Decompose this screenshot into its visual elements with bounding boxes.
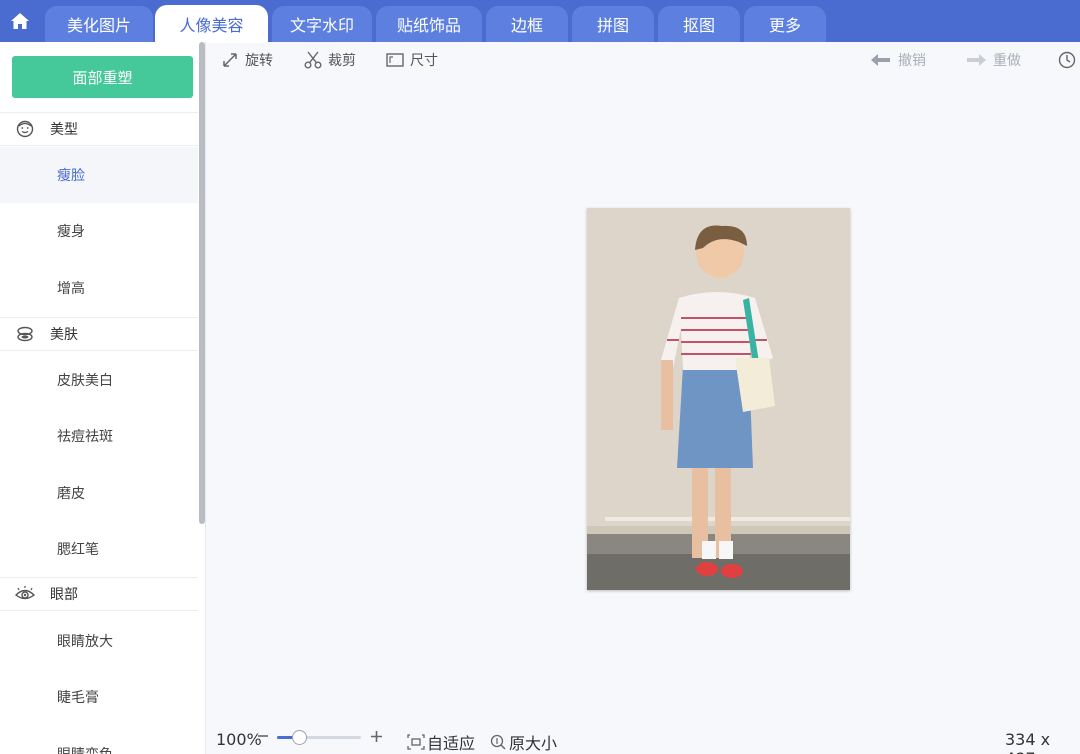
minus-icon [258, 735, 268, 737]
redo-label: 重做 [993, 53, 1021, 69]
tab-label: 贴纸饰品 [396, 16, 461, 35]
zoom-label: 100% [216, 730, 262, 749]
zoom-in-button[interactable] [370, 730, 383, 743]
original-size-label: 原大小 [509, 734, 558, 753]
home-icon [11, 13, 29, 29]
face-icon [0, 120, 50, 138]
magnifier-icon [490, 734, 506, 750]
clock-icon [1058, 51, 1076, 69]
face-reshape-button[interactable]: 面部重塑 [12, 56, 193, 98]
rotate-icon [221, 51, 239, 69]
rotate-label: 旋转 [245, 53, 273, 69]
tab-label: 边框 [510, 16, 543, 35]
fit-button[interactable]: 自适应 [407, 730, 475, 754]
tab-label: 更多 [768, 16, 801, 35]
rotate-button[interactable]: 旋转 [221, 50, 273, 70]
item-label: 腮红笔 [57, 542, 99, 558]
home-button[interactable] [0, 0, 40, 42]
top-tab-bar: 美化图片 人像美容 文字水印 贴纸饰品 边框 拼图 抠图 更多 [0, 0, 1080, 43]
fit-icon [407, 734, 425, 750]
dimensions-label: 334 x 487 [1005, 730, 1051, 754]
tab-border[interactable]: 边框 [486, 6, 568, 42]
left-panel: 面部重塑 美型 瘦脸 瘦身 增高 美肤 皮肤美白 祛痘祛斑 磨皮 腮红笔 眼部 … [0, 42, 206, 754]
plus-icon [371, 731, 382, 742]
zoom-slider-handle[interactable] [292, 730, 307, 745]
sidebar-item-acne-removal[interactable]: 祛痘祛斑 [0, 408, 198, 464]
item-label: 瘦身 [57, 224, 85, 240]
sidebar-item-eye-enlarge[interactable]: 眼睛放大 [0, 613, 198, 669]
tab-stickers[interactable]: 贴纸饰品 [376, 6, 482, 42]
tab-label: 文字水印 [289, 16, 354, 35]
eye-icon [0, 586, 50, 602]
sidebar-item-smoothing[interactable]: 磨皮 [0, 465, 198, 521]
size-label: 尺寸 [410, 53, 438, 69]
zoom-out-button[interactable] [257, 730, 269, 742]
tab-label: 拼图 [596, 16, 629, 35]
item-label: 眼睛变色 [57, 744, 113, 754]
section-label: 美型 [50, 122, 78, 138]
resize-icon [386, 52, 404, 68]
section-label: 美肤 [50, 327, 78, 343]
crop-label: 裁剪 [328, 53, 356, 69]
arrow-left-icon [870, 53, 892, 67]
section-shape[interactable]: 美型 [0, 112, 198, 146]
item-label: 磨皮 [57, 486, 85, 502]
tab-cutout[interactable]: 抠图 [658, 6, 740, 42]
photo-preview[interactable] [587, 208, 850, 590]
sidebar-item-mascara[interactable]: 睫毛膏 [0, 669, 198, 725]
undo-label: 撤销 [898, 53, 926, 69]
portrait-image [587, 208, 850, 590]
image-dimensions: 334 x 487 [1005, 730, 1080, 754]
tab-text-watermark[interactable]: 文字水印 [272, 6, 372, 42]
compact-icon [0, 325, 50, 343]
sidebar-item-heighten[interactable]: 增高 [0, 260, 198, 316]
tab-label: 人像美容 [179, 16, 244, 35]
section-skin[interactable]: 美肤 [0, 317, 198, 351]
arrow-right-icon [965, 53, 987, 67]
section-label: 眼部 [50, 587, 78, 603]
zoom-level: 100% [216, 730, 262, 749]
item-label: 皮肤美白 [57, 373, 113, 389]
face-reshape-label: 面部重塑 [72, 68, 133, 87]
sidebar-item-eye-color[interactable]: 眼睛变色 [0, 726, 198, 754]
size-button[interactable]: 尺寸 [386, 50, 438, 70]
sidebar-item-blush[interactable]: 腮红笔 [0, 521, 198, 577]
original-size-button[interactable]: 原大小 [490, 730, 557, 754]
sidebar-item-slim-face[interactable]: 瘦脸 [0, 147, 198, 203]
sidebar-item-whitening[interactable]: 皮肤美白 [0, 352, 198, 408]
section-eyes[interactable]: 眼部 [0, 577, 198, 611]
scissors-icon [304, 51, 322, 69]
tab-more[interactable]: 更多 [744, 6, 826, 42]
item-label: 眼睛放大 [57, 634, 113, 650]
undo-button[interactable]: 撤销 [870, 50, 926, 70]
tab-collage[interactable]: 拼图 [572, 6, 654, 42]
redo-button[interactable]: 重做 [965, 50, 1021, 70]
item-label: 睫毛膏 [57, 690, 99, 706]
item-label: 瘦脸 [57, 168, 85, 184]
fit-label: 自适应 [427, 734, 476, 753]
history-button[interactable] [1058, 50, 1080, 70]
item-label: 祛痘祛斑 [57, 429, 113, 445]
tab-label: 抠图 [682, 16, 715, 35]
tab-label: 美化图片 [66, 16, 131, 35]
tab-beautify[interactable]: 美化图片 [45, 6, 153, 42]
crop-button[interactable]: 裁剪 [304, 50, 356, 70]
tab-portrait[interactable]: 人像美容 [155, 5, 268, 43]
item-label: 增高 [57, 281, 85, 297]
sidebar-scrollbar[interactable] [199, 42, 205, 524]
sidebar-item-slim-body[interactable]: 瘦身 [0, 203, 198, 259]
